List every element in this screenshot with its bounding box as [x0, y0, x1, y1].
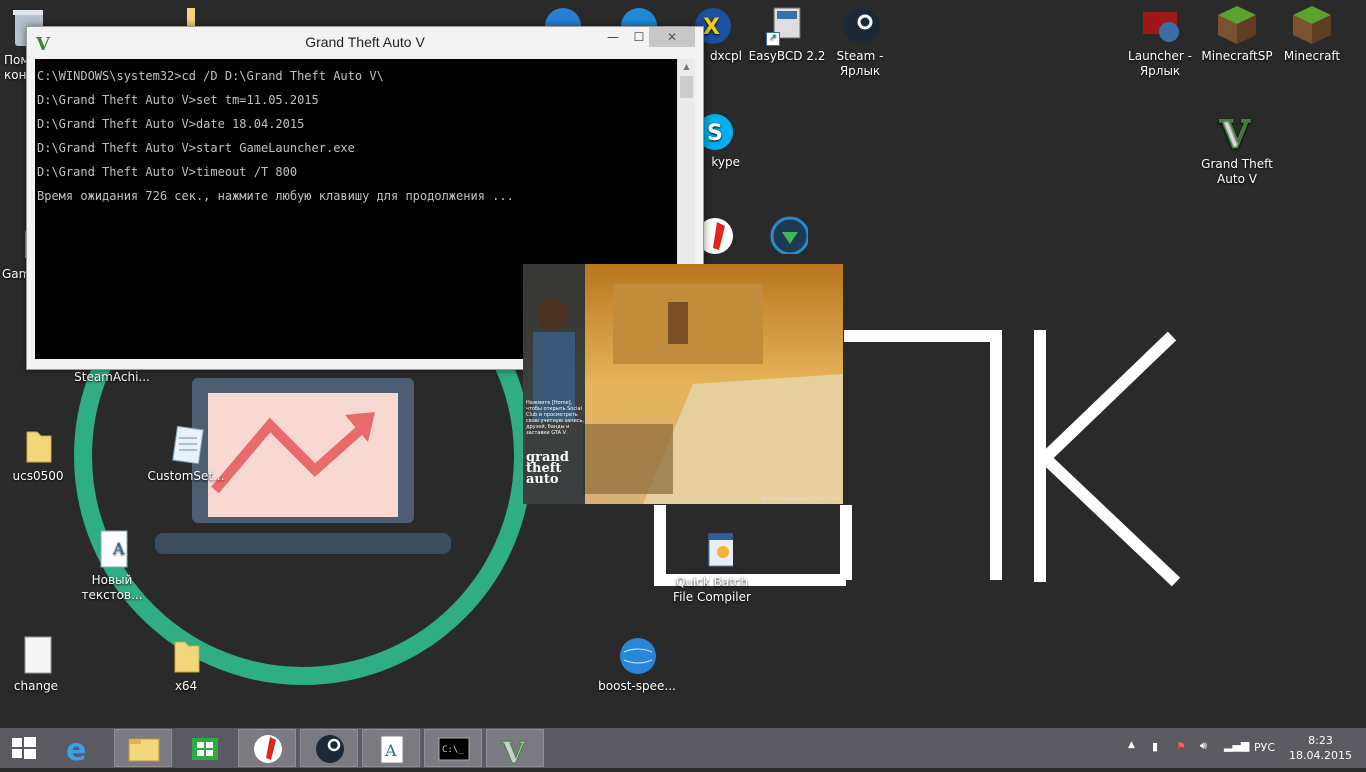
desktop-icon-minecraftsp[interactable]: MinecraftSP [1195, 4, 1279, 64]
gta-v-icon: V [501, 736, 527, 772]
minecraft-grass-block-icon [1291, 4, 1333, 46]
desktop-icon-quick-batch[interactable]: Quick Batch File Compiler [670, 530, 754, 605]
desktop-icon-x64[interactable]: x64 [144, 634, 228, 694]
taskbar-store[interactable] [176, 729, 234, 767]
steam-icon [839, 4, 881, 46]
svg-text:A: A [384, 741, 397, 760]
globe-icon [616, 634, 658, 676]
svg-text:e: e [66, 733, 86, 767]
volume-icon[interactable]: 🔊︎ [1200, 739, 1207, 753]
svg-text:S: S [707, 121, 723, 146]
taskbar: e A C:\_ V ▲ ▮ ⚑ 🔊︎ ▂▄▆ РУС 8:23 18.04.2… [0, 728, 1366, 772]
console-line: D:\Grand Theft Auto V>set tm=11.05.2015 [37, 93, 319, 107]
desktop-icon-label: Steam - Ярлык [836, 49, 884, 78]
desktop-icon-ucs0500[interactable]: ucs0500 [0, 424, 80, 484]
desktop-icon-label: ucs0500 [12, 469, 64, 483]
clock-date: 18.04.2015 [1289, 749, 1352, 762]
gta-logo: grand theft auto [526, 451, 582, 487]
social-club-hint: Нажмите [Home], чтобы открыть Social Clu… [526, 400, 585, 436]
social-club-footer: Интегрированный Social Club [761, 496, 839, 502]
scroll-up-icon[interactable]: ▲ [678, 59, 695, 75]
taskbar-gta-v[interactable]: V [486, 729, 544, 772]
minimize-button[interactable]: — [599, 27, 627, 47]
desktop-icon-boost-speed[interactable]: boost-spee... [595, 634, 679, 694]
file-explorer-icon [128, 738, 160, 762]
desktop-icon-launcher[interactable]: Launcher - Ярлык [1118, 4, 1202, 79]
desktop-icon-label: SteamAchi... [74, 370, 150, 384]
steam-icon [316, 735, 344, 763]
taskbar-wordpad[interactable]: A [362, 729, 420, 767]
store-icon [192, 738, 218, 760]
taskbar-steam[interactable] [300, 729, 358, 767]
console-titlebar[interactable]: V Grand Theft Auto V — ☐ ✕ [27, 27, 703, 59]
easybcd-icon: ↗ [766, 4, 808, 46]
taskbar-yandex-browser[interactable] [238, 729, 296, 767]
svg-text:C:\_: C:\_ [442, 745, 464, 755]
launcher-icon [1139, 4, 1181, 46]
desktop-icon-label: x64 [174, 679, 198, 693]
desktop-icon-label: EasyBCD 2.2 [748, 49, 826, 63]
desktop-icon-easybcd[interactable]: ↗ EasyBCD 2.2 [745, 4, 829, 64]
quick-batch-compiler-icon [691, 530, 740, 572]
action-center-icon[interactable]: ⚑ [1176, 740, 1186, 753]
minecraft-grass-block-icon [1216, 4, 1258, 46]
internet-explorer-icon: e [66, 733, 86, 768]
language-indicator[interactable]: РУС [1254, 741, 1275, 754]
svg-text:V: V [501, 736, 526, 768]
desktop-icon-label: Grand Theft Auto V [1201, 157, 1273, 186]
console-line: C:\WINDOWS\system32>cd /D D:\Grand Theft… [37, 69, 384, 83]
clock-time: 8:23 [1308, 734, 1333, 747]
download-icon [766, 212, 810, 256]
folder-icon [165, 634, 207, 676]
desktop-icon-label: MinecraftSP [1201, 49, 1273, 63]
start-button[interactable] [0, 729, 58, 767]
console-line: D:\Grand Theft Auto V>date 18.04.2015 [37, 117, 305, 131]
clock[interactable]: 8:23 18.04.2015 [1289, 733, 1352, 763]
cmd-icon: C:\_ [438, 737, 470, 761]
desktop-icon-label: Quick Batch File Compiler [673, 575, 751, 604]
desktop-icon-label: CustomSet... [147, 469, 225, 483]
wordpad-icon: A [380, 735, 404, 764]
svg-text:V: V [1219, 112, 1251, 154]
desktop-icon-new-text-doc[interactable]: A Новый текстов... [70, 528, 154, 603]
desktop-icon-label: change [13, 679, 59, 693]
desktop-icon-download[interactable] [745, 212, 829, 257]
start-icon [12, 737, 36, 759]
desktop-icon-change[interactable]: change [0, 634, 78, 694]
svg-text:A: A [112, 539, 125, 558]
gta-v-splash-screen: Нажмите [Home], чтобы открыть Social Clu… [523, 264, 843, 504]
system-tray: ▲ ▮ ⚑ 🔊︎ ▂▄▆ РУС [1126, 728, 1286, 768]
text-document-icon [165, 424, 207, 466]
desktop-icon-steam-shortcut[interactable]: Steam - Ярлык [818, 4, 902, 79]
console-line: D:\Grand Theft Auto V>start GameLauncher… [37, 141, 355, 155]
show-hidden-icons-icon[interactable]: ▲ [1128, 740, 1135, 750]
gta-v-icon: V [1216, 111, 1258, 158]
network-icon[interactable]: ▂▄▆ [1224, 739, 1249, 752]
desktop-icon-customset[interactable]: CustomSet... [144, 424, 228, 484]
blank-document-icon [15, 634, 57, 676]
wordpad-document-icon: A [91, 528, 133, 570]
console-line: D:\Grand Theft Auto V>timeout /T 800 [37, 165, 298, 179]
desktop-icon-label: Launcher - Ярлык [1128, 49, 1192, 78]
yandex-browser-icon [254, 735, 282, 763]
folder-icon [17, 424, 59, 466]
taskbar-cmd[interactable]: C:\_ [424, 729, 482, 767]
console-line: Время ожидания 726 сек., нажмите любую к… [37, 189, 514, 203]
close-button[interactable]: ✕ [649, 27, 695, 47]
logo-line: auto [526, 472, 559, 487]
desktop-icon-label: Minecraft [1283, 49, 1341, 63]
scroll-thumb[interactable] [680, 76, 693, 98]
desktop-icon-label: boost-spee... [598, 679, 676, 693]
desktop-icon-label: Новый текстов... [81, 573, 143, 602]
taskbar-file-explorer[interactable] [114, 729, 172, 767]
svg-text:X: X [703, 15, 720, 40]
power-icon[interactable]: ▮ [1152, 740, 1158, 753]
desktop-icon-gta-v[interactable]: V Grand Theft Auto V [1195, 111, 1279, 187]
taskbar-internet-explorer[interactable]: e [52, 729, 110, 768]
desktop-icon-steamachi[interactable]: SteamAchi... [70, 370, 154, 385]
desktop-icon-minecraft[interactable]: Minecraft [1270, 4, 1354, 64]
